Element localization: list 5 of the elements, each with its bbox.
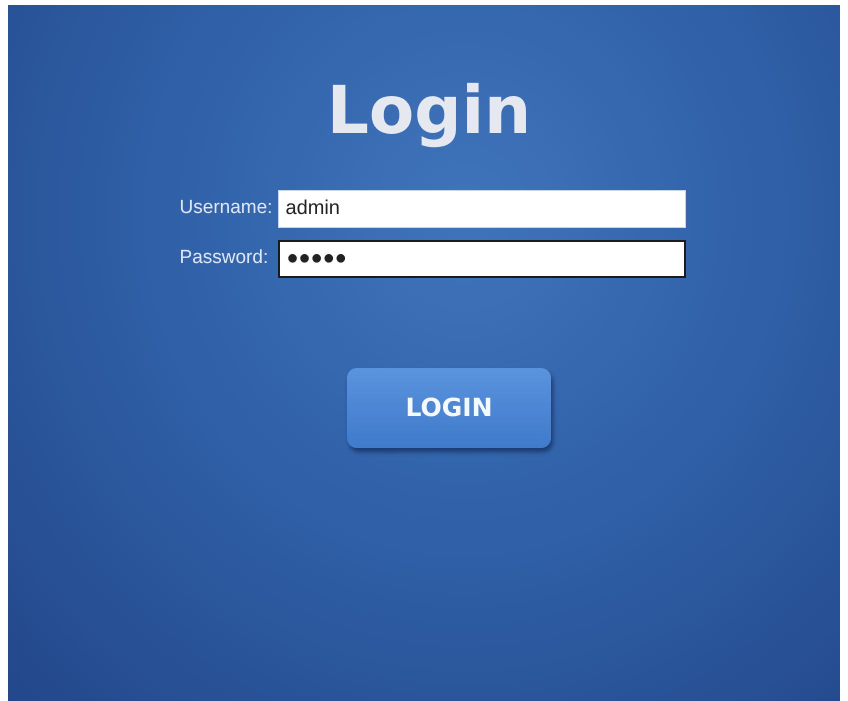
field-label: Password: (180, 246, 270, 270)
input-field[interactable]: ●●●●● (278, 240, 686, 278)
input-field[interactable]: admin (278, 190, 686, 228)
login-title: Login (326, 75, 532, 148)
field-label: Username: (180, 196, 272, 220)
